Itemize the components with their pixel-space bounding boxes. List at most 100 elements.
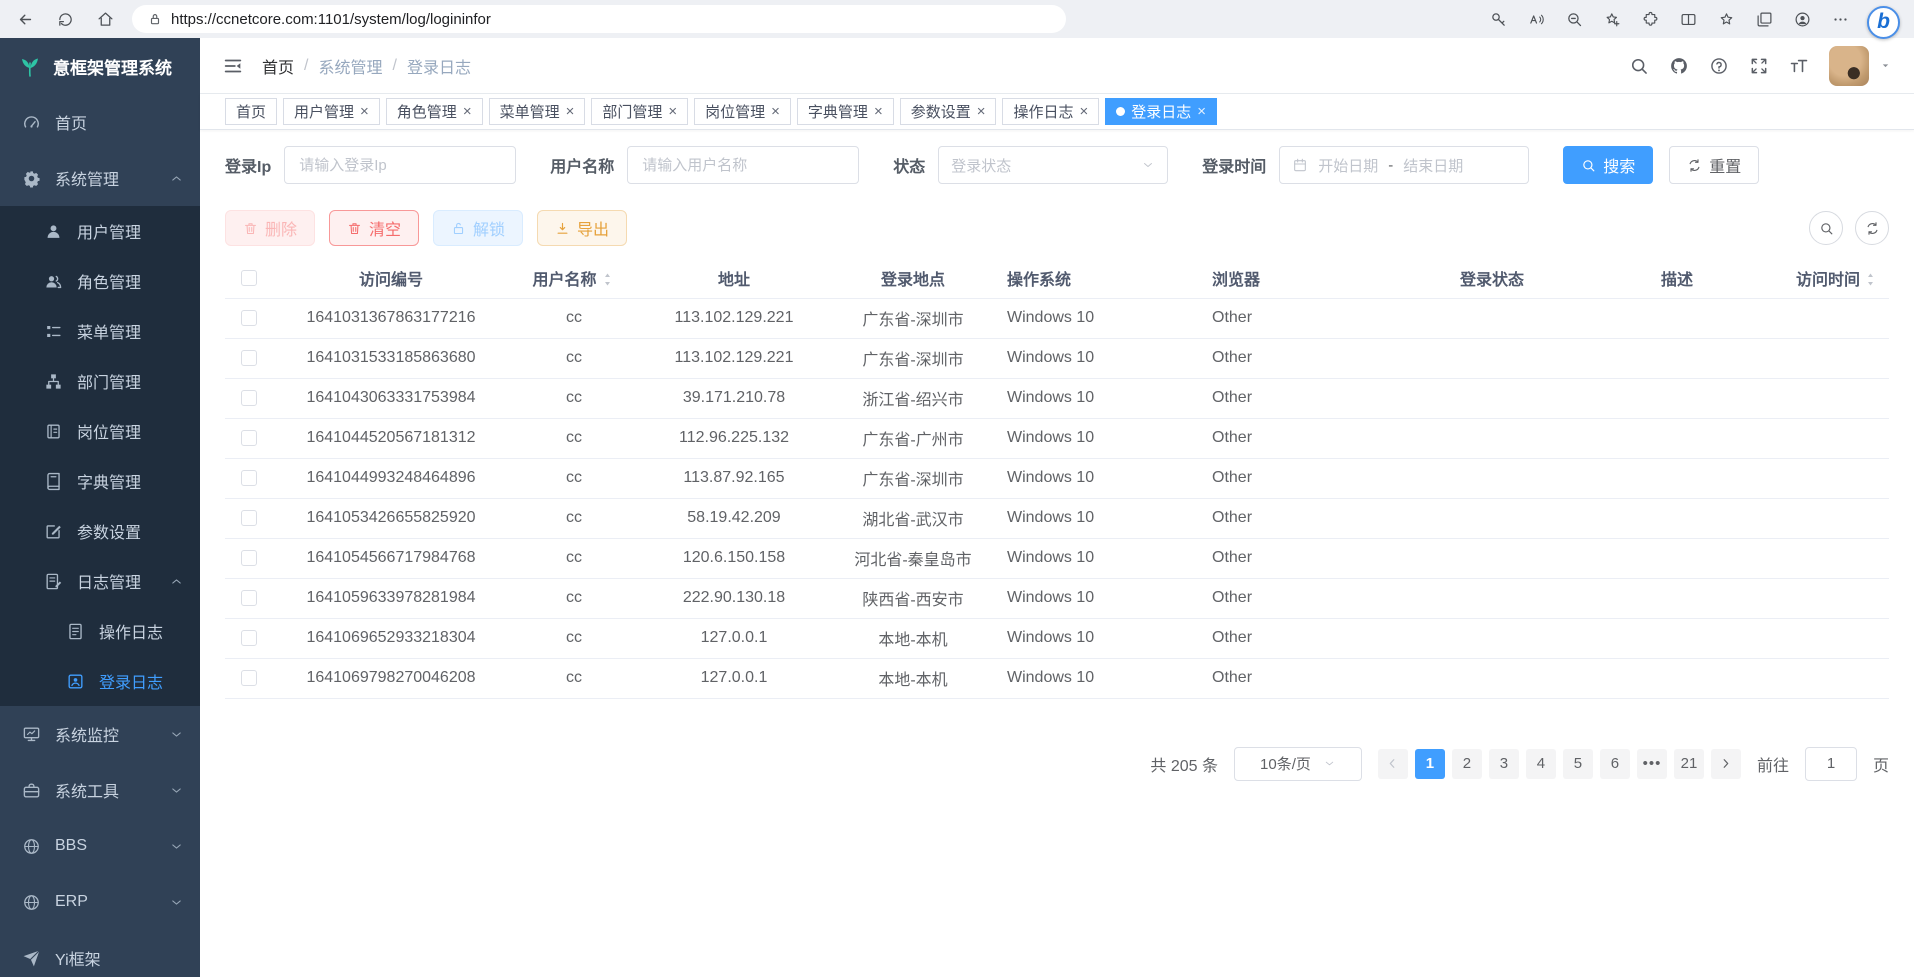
tab[interactable]: 字典管理 × [797, 98, 894, 125]
row-checkbox[interactable] [241, 470, 257, 486]
cell: cc [509, 298, 639, 338]
sidebar-item[interactable]: 角色管理 [0, 256, 200, 306]
refresh-icon[interactable] [50, 4, 80, 34]
tab[interactable]: 参数设置 × [900, 98, 997, 125]
goto-page-input[interactable] [1805, 747, 1857, 781]
close-icon[interactable]: × [566, 103, 575, 120]
search-button[interactable]: 搜索 [1563, 146, 1653, 184]
fullscreen-icon[interactable] [1749, 56, 1769, 76]
toggle-search-button[interactable] [1809, 211, 1843, 245]
next-page-button[interactable] [1711, 749, 1741, 779]
unlock-button[interactable]: 解锁 [433, 210, 523, 246]
close-icon[interactable]: × [771, 103, 780, 120]
sidebar-item[interactable]: Yi框架 [0, 930, 200, 977]
row-checkbox[interactable] [241, 390, 257, 406]
page-size-select[interactable]: 10条/页 [1234, 747, 1362, 781]
split-screen-icon[interactable] [1673, 4, 1703, 34]
sidebar-item[interactable]: 菜单管理 [0, 306, 200, 356]
page-button[interactable]: 1 [1415, 749, 1445, 779]
select-all-checkbox[interactable] [241, 270, 257, 286]
url-bar[interactable]: https://ccnetcore.com:1101/system/log/lo… [132, 5, 1066, 33]
sidebar-item[interactable]: 参数设置 [0, 506, 200, 556]
prev-page-button[interactable] [1378, 749, 1408, 779]
user-name-input[interactable] [627, 146, 859, 184]
back-icon[interactable] [10, 4, 40, 34]
row-checkbox[interactable] [241, 310, 257, 326]
row-checkbox[interactable] [241, 510, 257, 526]
sidebar-item[interactable]: 字典管理 [0, 456, 200, 506]
close-icon[interactable]: × [360, 103, 369, 120]
breadcrumb-item[interactable]: 系统管理 [318, 54, 382, 78]
reset-button[interactable]: 重置 [1669, 146, 1759, 184]
sidebar-item[interactable]: 部门管理 [0, 356, 200, 406]
clear-button[interactable]: 清空 [329, 210, 419, 246]
bing-icon[interactable]: b [1867, 6, 1900, 39]
col-user-name[interactable]: 用户名称 [509, 258, 639, 298]
login-ip-input[interactable] [284, 146, 516, 184]
font-size-icon[interactable] [1789, 56, 1809, 76]
row-checkbox[interactable] [241, 430, 257, 446]
date-range-picker[interactable]: 开始日期 - 结束日期 [1279, 146, 1529, 184]
sidebar-item[interactable]: 岗位管理 [0, 406, 200, 456]
sidebar-item[interactable]: 系统管理 [0, 150, 200, 206]
home-icon[interactable] [90, 4, 120, 34]
collections-icon[interactable] [1749, 4, 1779, 34]
tab[interactable]: 首页 [225, 98, 277, 125]
page-button[interactable]: 3 [1489, 749, 1519, 779]
search-icon[interactable] [1629, 56, 1649, 76]
sidebar-item[interactable]: BBS [0, 818, 200, 874]
caret-down-icon[interactable] [1879, 59, 1892, 72]
tab[interactable]: 部门管理 × [591, 98, 688, 125]
sidebar-item[interactable]: 登录日志 [0, 656, 200, 706]
favorites-icon[interactable] [1711, 4, 1741, 34]
app-logo[interactable]: 意框架管理系统 [0, 38, 200, 94]
zoom-out-icon[interactable] [1559, 4, 1589, 34]
row-checkbox[interactable] [241, 590, 257, 606]
hamburger-icon[interactable] [222, 55, 244, 77]
tab[interactable]: 登录日志 × [1105, 98, 1217, 125]
close-icon[interactable]: × [977, 103, 986, 120]
close-icon[interactable]: × [668, 103, 677, 120]
page-button[interactable]: 2 [1452, 749, 1482, 779]
tab[interactable]: 岗位管理 × [694, 98, 791, 125]
sidebar-item[interactable]: 系统监控 [0, 706, 200, 762]
tab[interactable]: 操作日志 × [1002, 98, 1099, 125]
github-icon[interactable] [1669, 56, 1689, 76]
tab[interactable]: 菜单管理 × [489, 98, 586, 125]
sidebar-item[interactable]: ERP [0, 874, 200, 930]
sidebar-item[interactable]: 系统工具 [0, 762, 200, 818]
key-icon[interactable] [1483, 4, 1513, 34]
question-icon[interactable] [1709, 56, 1729, 76]
read-aloud-icon[interactable] [1521, 4, 1551, 34]
close-icon[interactable]: × [1080, 103, 1089, 120]
row-checkbox[interactable] [241, 670, 257, 686]
sidebar-item[interactable]: 首页 [0, 94, 200, 150]
sidebar-item[interactable]: 操作日志 [0, 606, 200, 656]
delete-button[interactable]: 删除 [225, 210, 315, 246]
row-checkbox[interactable] [241, 350, 257, 366]
status-select[interactable]: 登录状态 [938, 146, 1168, 184]
col-access-time[interactable]: 访问时间 [1772, 258, 1889, 298]
page-button[interactable]: 21 [1674, 749, 1704, 779]
close-icon[interactable]: × [463, 103, 472, 120]
row-checkbox[interactable] [241, 630, 257, 646]
tab[interactable]: 用户管理 × [283, 98, 380, 125]
extensions-icon[interactable] [1635, 4, 1665, 34]
page-button[interactable]: 4 [1526, 749, 1556, 779]
more-icon[interactable] [1825, 4, 1855, 34]
export-button[interactable]: 导出 [537, 210, 627, 246]
close-icon[interactable]: × [1197, 103, 1206, 120]
breadcrumb-home[interactable]: 首页 [262, 54, 294, 78]
page-button[interactable]: 5 [1563, 749, 1593, 779]
more-pages-button[interactable]: ••• [1637, 749, 1667, 779]
page-button[interactable]: 6 [1600, 749, 1630, 779]
favorites-add-icon[interactable] [1597, 4, 1627, 34]
close-icon[interactable]: × [874, 103, 883, 120]
sidebar-item[interactable]: 用户管理 [0, 206, 200, 256]
avatar[interactable] [1829, 46, 1869, 86]
tab[interactable]: 角色管理 × [386, 98, 483, 125]
row-checkbox[interactable] [241, 550, 257, 566]
sidebar-item[interactable]: 日志管理 [0, 556, 200, 606]
profile-icon[interactable] [1787, 4, 1817, 34]
refresh-table-button[interactable] [1855, 211, 1889, 245]
